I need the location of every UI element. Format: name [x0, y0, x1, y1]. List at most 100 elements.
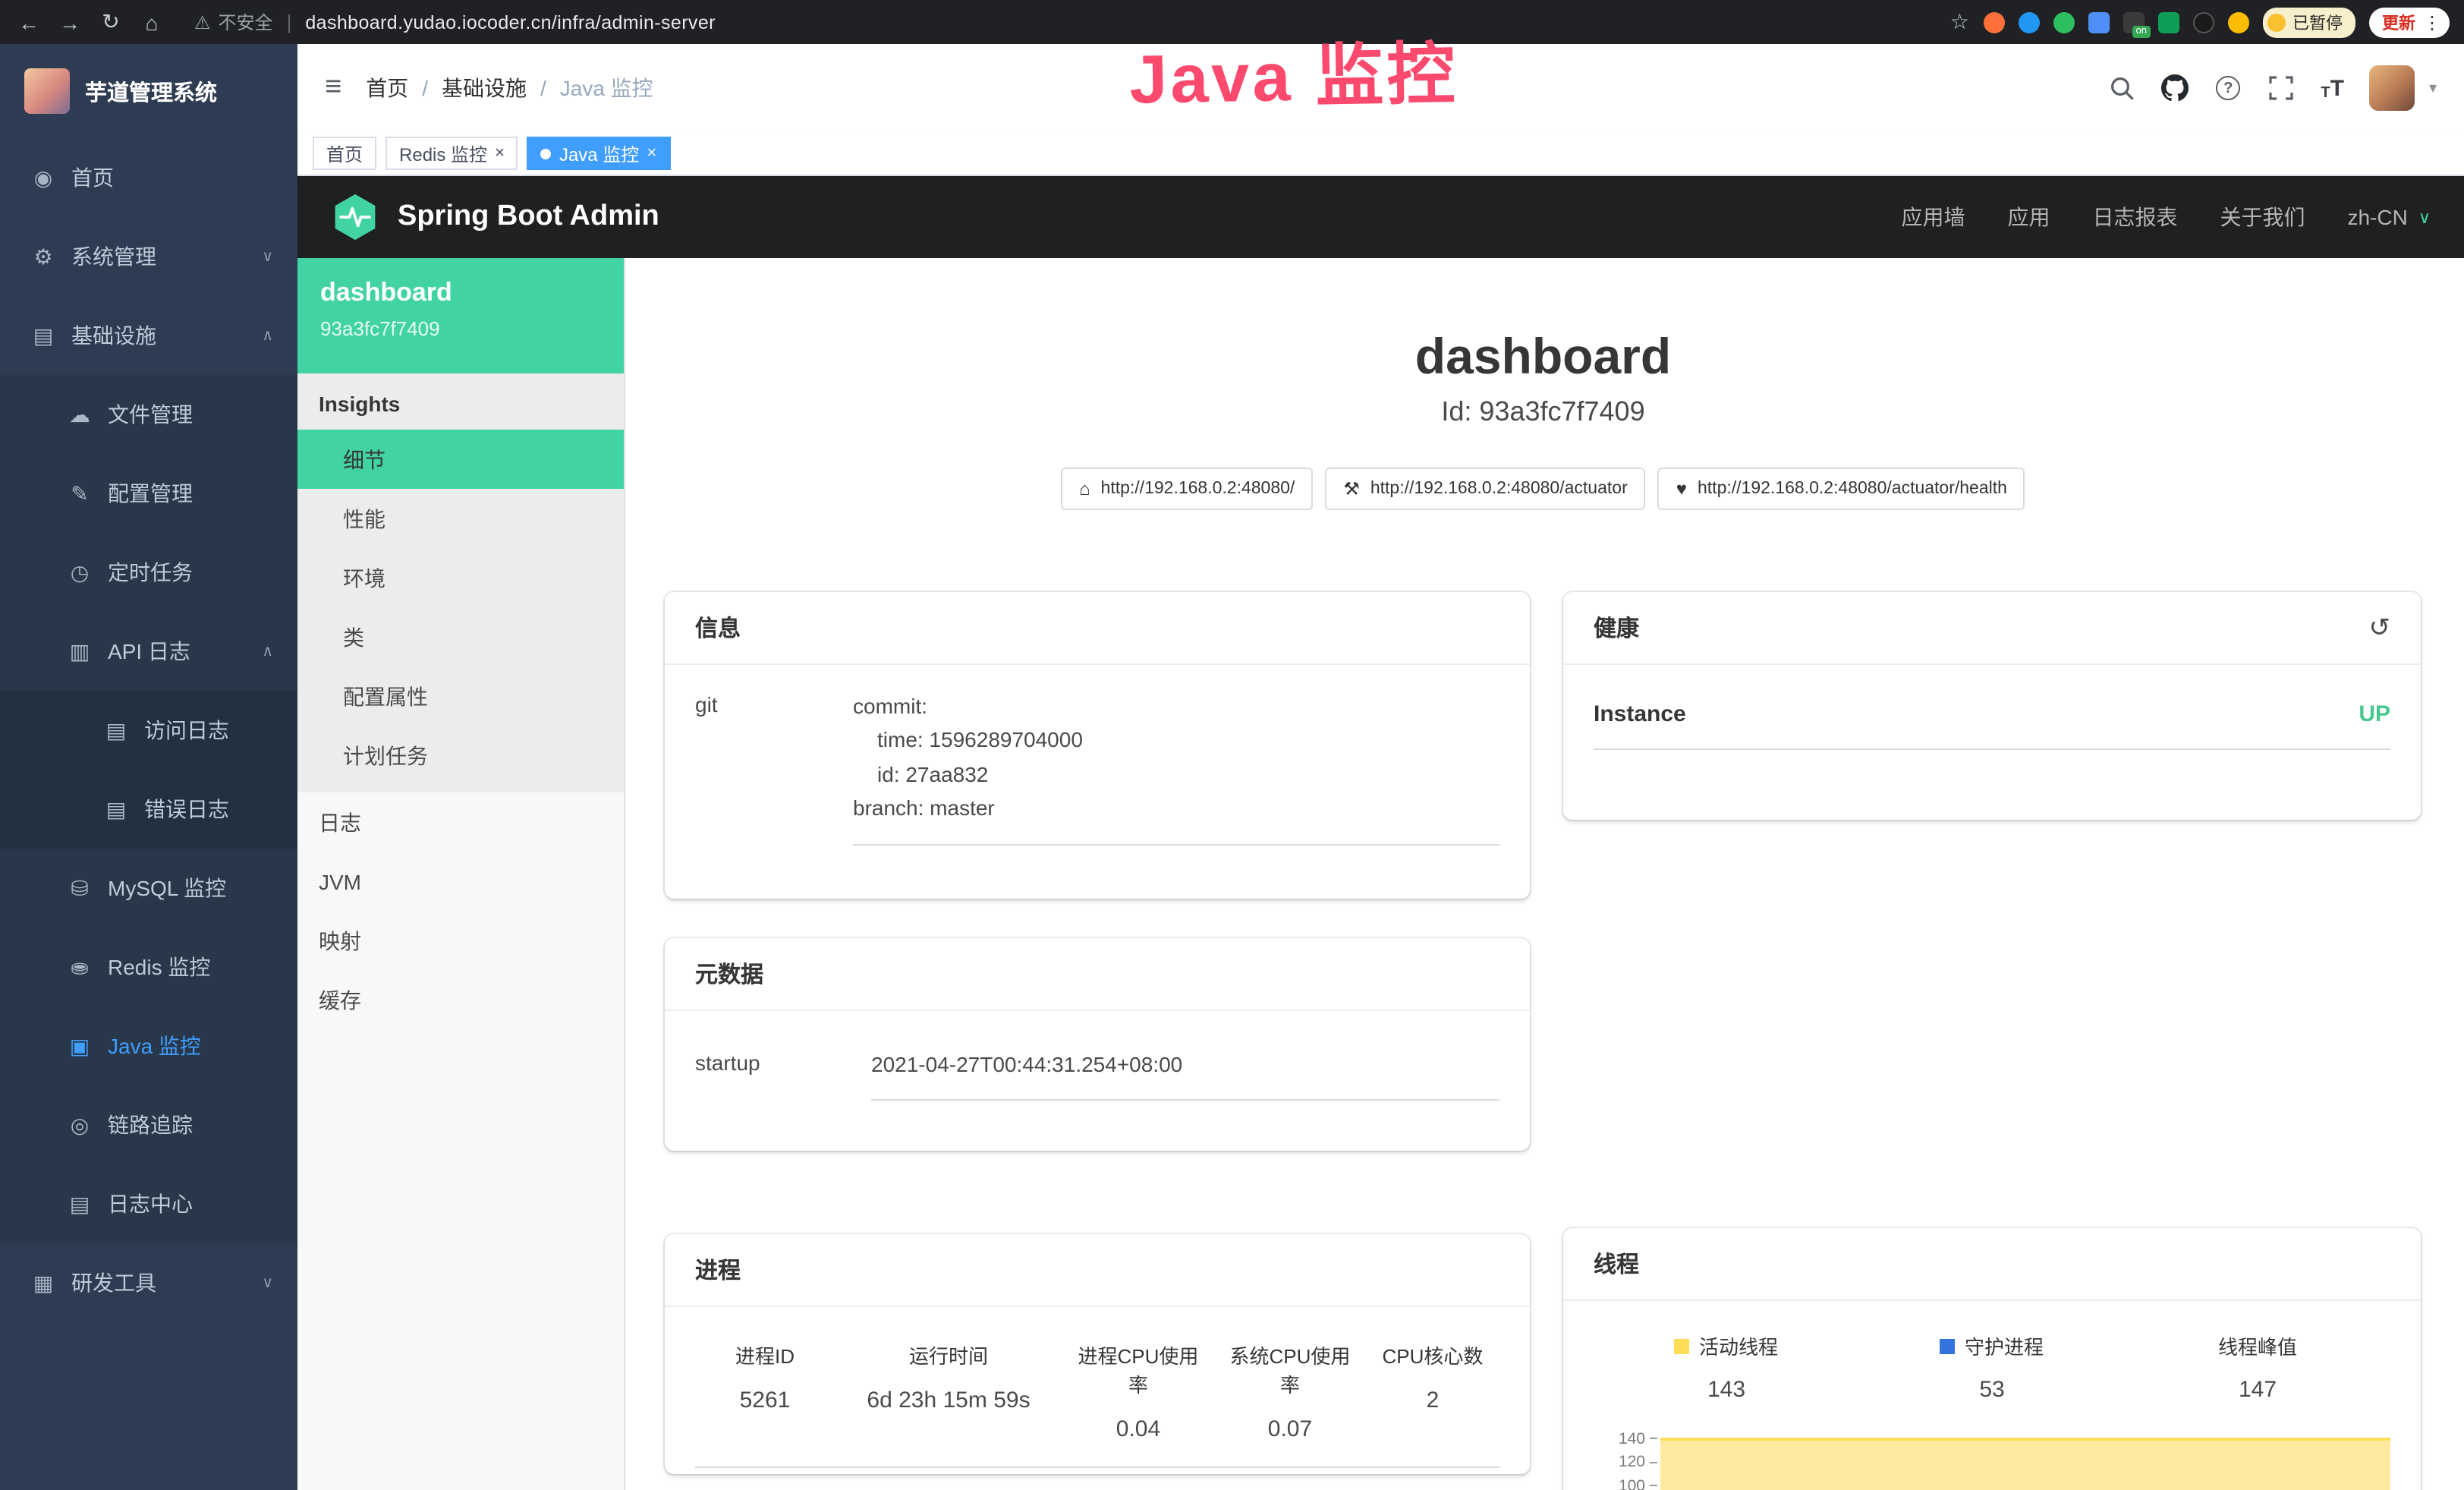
- tab-label: Java 监控: [559, 140, 639, 166]
- extension-onetab-icon[interactable]: on: [2123, 11, 2144, 33]
- legend-value: 147: [2125, 1377, 2390, 1403]
- font-size-icon[interactable]: TT: [2321, 75, 2344, 101]
- sba-item-details[interactable]: 细节: [297, 430, 624, 489]
- logo-avatar: [24, 68, 70, 114]
- sidebar-item-file-management[interactable]: ☁ 文件管理: [0, 375, 297, 454]
- tab-java-monitor[interactable]: Java 监控 ×: [527, 137, 670, 170]
- extension-fox-icon[interactable]: [1983, 11, 2004, 33]
- instance-header[interactable]: dashboard 93a3fc7f7409: [297, 258, 624, 373]
- tab-redis-monitor[interactable]: Redis 监控 ×: [385, 137, 518, 170]
- active-tab-dot: [541, 148, 552, 159]
- sba-nav-about[interactable]: 关于我们: [2220, 202, 2305, 232]
- sidebar-item-infrastructure[interactable]: ▤ 基础设施 ∧: [0, 296, 297, 375]
- sba-item-scheduled-tasks[interactable]: 计划任务: [297, 726, 624, 785]
- close-icon[interactable]: ×: [495, 144, 505, 162]
- item-label: 环境: [343, 562, 385, 593]
- sba-nav-wallboard[interactable]: 应用墙: [1902, 202, 1965, 232]
- sidebar-item-config-management[interactable]: ✎ 配置管理: [0, 454, 297, 533]
- sidebar-item-java-monitor[interactable]: ▣ Java 监控: [0, 1006, 297, 1085]
- legend-value: 143: [1594, 1377, 1859, 1403]
- chevron-down-icon: ∨: [262, 248, 273, 265]
- extension-smiley-icon[interactable]: [2227, 11, 2248, 33]
- sidebar-item-access-logs[interactable]: ▤ 访问日志: [0, 691, 297, 770]
- item-label: JVM: [319, 869, 361, 893]
- chart-plot-area: [1657, 1427, 2390, 1490]
- sba-item-mappings[interactable]: 映射: [297, 911, 624, 970]
- document-icon: ▥: [67, 638, 93, 664]
- instance-links: ⌂ http://192.168.0.2:48080/ ⚒ http://192…: [665, 468, 2422, 510]
- sidebar-item-home[interactable]: ◉ 首页: [0, 138, 297, 217]
- sba-item-classes[interactable]: 类: [297, 607, 624, 666]
- sidebar-item-api-logs[interactable]: ▥ API 日志 ∧: [0, 612, 297, 691]
- locale-selector[interactable]: zh-CN ∨: [2348, 205, 2431, 229]
- insights-group-label: Insights: [297, 373, 624, 430]
- sba-item-metrics[interactable]: 性能: [297, 489, 624, 548]
- sidebar-item-system-management[interactable]: ⚙ 系统管理 ∨: [0, 217, 297, 296]
- url-bar[interactable]: dashboard.yudao.iocoder.cn/infra/admin-s…: [305, 11, 716, 33]
- item-label: 映射: [319, 925, 361, 956]
- breadcrumb-home[interactable]: 首页: [366, 73, 408, 103]
- column-value: 6d 23h 15m 59s: [841, 1388, 1056, 1413]
- user-avatar[interactable]: [2370, 65, 2415, 111]
- metadata-card: 元数据 startup 2021-04-27T00:44:31.254+08:0…: [665, 938, 1530, 1151]
- sidebar-item-trace[interactable]: ◎ 链路追踪: [0, 1085, 297, 1164]
- sidebar-item-error-logs[interactable]: ▤ 错误日志: [0, 770, 297, 849]
- security-indicator[interactable]: ⚠ 不安全: [194, 9, 273, 35]
- hamburger-icon[interactable]: ≡: [325, 71, 341, 105]
- sba-item-jvm[interactable]: JVM: [297, 852, 624, 911]
- sba-item-logs[interactable]: 日志: [297, 792, 624, 852]
- health-url-link[interactable]: ♥ http://192.168.0.2:48080/actuator/heal…: [1658, 468, 2025, 510]
- breadcrumb-separator: /: [540, 76, 546, 100]
- sba-nav-applications[interactable]: 应用: [2008, 202, 2050, 232]
- sidebar-item-mysql-monitor[interactable]: ⛁ MySQL 监控: [0, 849, 297, 928]
- avatar-caret-icon[interactable]: ▾: [2429, 80, 2437, 96]
- service-url-link[interactable]: ⌂ http://192.168.0.2:48080/: [1061, 468, 1313, 510]
- question-mark: ?: [2216, 76, 2240, 100]
- bookmark-star-icon[interactable]: ☆: [1950, 9, 1969, 35]
- profile-paused-badge[interactable]: 已暂停: [2262, 7, 2355, 37]
- process-id-column: 进程ID 5261: [695, 1340, 835, 1442]
- sba-item-environment[interactable]: 环境: [297, 548, 624, 607]
- help-icon[interactable]: ?: [2214, 74, 2242, 102]
- breadcrumb-infrastructure[interactable]: 基础设施: [442, 73, 527, 103]
- chrome-update-button[interactable]: 更新 ⋮: [2368, 7, 2449, 37]
- fullscreen-icon[interactable]: [2267, 74, 2295, 102]
- active-threads-area: [1660, 1438, 2390, 1490]
- reload-icon[interactable]: ↻: [97, 9, 124, 35]
- forward-icon[interactable]: →: [56, 10, 83, 34]
- database-icon: ⛂: [67, 954, 93, 980]
- sidebar-item-scheduled-tasks[interactable]: ◷ 定时任务: [0, 533, 297, 612]
- browser-menu-icon[interactable]: ⋮: [2423, 11, 2441, 33]
- sidebar-item-label: API 日志: [108, 636, 190, 666]
- extension-leaf-icon[interactable]: [2157, 11, 2179, 33]
- app-logo[interactable]: 芋道管理系统: [0, 44, 297, 138]
- sidebar-item-log-center[interactable]: ▤ 日志中心: [0, 1164, 297, 1243]
- sba-item-config-props[interactable]: 配置属性: [297, 666, 624, 726]
- sba-brand[interactable]: Spring Boot Admin: [331, 193, 659, 241]
- tab-label: 首页: [326, 140, 363, 166]
- sidebar-item-label: 定时任务: [108, 557, 193, 587]
- legend-label: 活动线程: [1699, 1331, 1778, 1360]
- health-instance-row[interactable]: Instance UP: [1594, 701, 2390, 750]
- extension-grid-icon[interactable]: [2088, 11, 2109, 33]
- home-icon[interactable]: ⌂: [138, 10, 165, 34]
- sidebar-item-redis-monitor[interactable]: ⛂ Redis 监控: [0, 928, 297, 1006]
- history-icon[interactable]: ↺: [2369, 615, 2391, 641]
- eye-icon: ◎: [67, 1112, 93, 1138]
- actuator-url-link[interactable]: ⚒ http://192.168.0.2:48080/actuator: [1325, 468, 1645, 510]
- warning-icon: ⚠: [194, 11, 211, 33]
- extension-drop-icon[interactable]: [2018, 11, 2039, 33]
- tab-home[interactable]: 首页: [313, 137, 376, 170]
- back-icon[interactable]: ←: [15, 10, 42, 34]
- extension-bug-icon[interactable]: [2192, 11, 2214, 33]
- github-icon[interactable]: [2161, 74, 2189, 102]
- git-time-line: time: 1596289704000: [853, 723, 1499, 758]
- health-card: 健康 ↺ Instance UP: [1563, 592, 2421, 820]
- metadata-key: startup: [695, 1047, 871, 1101]
- sba-item-caches[interactable]: 缓存: [297, 970, 624, 1029]
- sidebar-item-dev-tools[interactable]: ▦ 研发工具 ∨: [0, 1243, 297, 1322]
- close-icon[interactable]: ×: [647, 144, 656, 162]
- extension-green-circle-icon[interactable]: [2053, 11, 2074, 33]
- sba-nav-journal[interactable]: 日志报表: [2093, 202, 2178, 232]
- search-icon[interactable]: [2108, 74, 2135, 102]
